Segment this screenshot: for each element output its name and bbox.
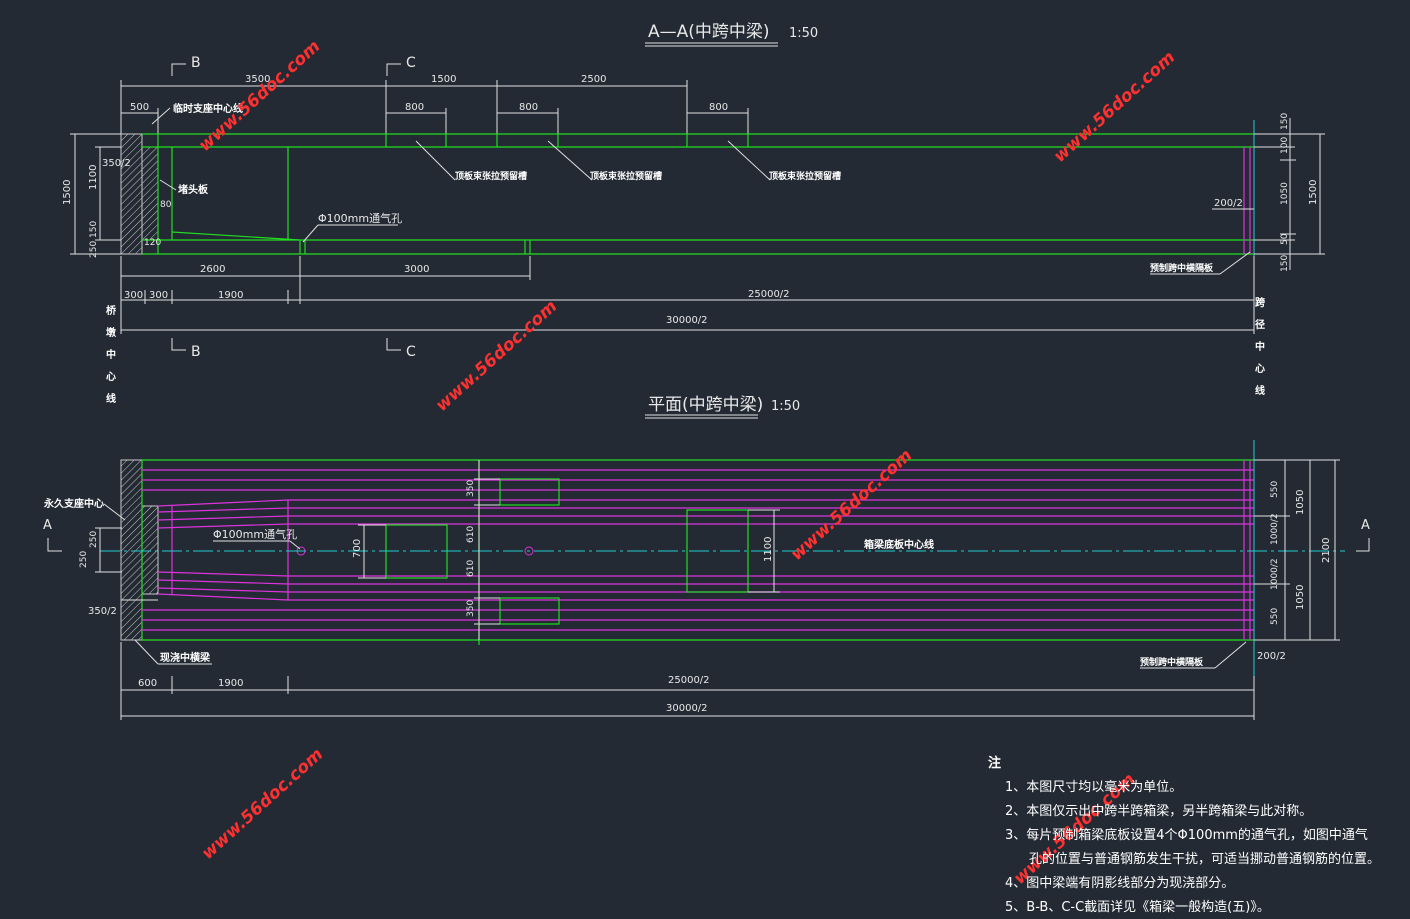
watermark-1: www.56doc.com xyxy=(195,36,324,155)
dim-left-250: 250 xyxy=(89,241,99,258)
dim-500: 500 xyxy=(130,102,149,113)
label-cast-beam: 现浇中横梁 xyxy=(160,651,211,664)
label-bottom-center: 箱梁底板中心线 xyxy=(864,538,934,551)
dim-right-150-a: 150 xyxy=(1280,113,1290,130)
dim-25000-2-section: 25000/2 xyxy=(748,289,790,300)
note-item-2: 2、本图仅示出中跨半跨箱梁，另半跨箱梁与此对称。 xyxy=(1005,804,1313,819)
dim-120: 120 xyxy=(144,238,161,248)
label-groove-3: 顶板束张拉预留槽 xyxy=(769,170,841,182)
dim-plan-1050-a: 1050 xyxy=(1295,490,1306,515)
dim-1900-section: 1900 xyxy=(218,290,243,301)
section-mark-b-top: B xyxy=(171,55,201,76)
dim-right-1500: 1500 xyxy=(1308,180,1319,205)
dim-2600: 2600 xyxy=(200,264,225,275)
dim-right-100: 100 xyxy=(1280,137,1290,154)
dim-800-b: 800 xyxy=(519,102,538,113)
dim-200-2-section: 200/2 xyxy=(1214,198,1243,209)
drawing-canvas: { "titles": { "section_title": "A—A(中跨中梁… xyxy=(0,0,1410,919)
dim-30000-2-section: 30000/2 xyxy=(666,315,708,326)
dim-plan-30000-2: 30000/2 xyxy=(666,703,708,714)
section-mark-c-bottom: C xyxy=(386,338,416,360)
section-title: A—A(中跨中梁) xyxy=(648,22,770,42)
note-item-3: 3、每片预制箱梁底板设置4个Φ100mm的通气孔，如图中通气 xyxy=(1005,828,1368,843)
label-pier-center: 桥墩中心线 xyxy=(104,304,116,415)
dim-200-2-plan: 200/2 xyxy=(1257,651,1286,662)
watermark-5: www.56doc.com xyxy=(198,744,327,863)
dim-plan-250-b: 250 xyxy=(79,551,89,568)
dim-left-150: 150 xyxy=(89,221,99,238)
note-item-1: 1、本图尺寸均以毫米为单位。 xyxy=(1005,780,1183,795)
plan-beam xyxy=(100,440,1345,690)
dim-300-b: 300 xyxy=(149,290,168,301)
section-mark-c-top: C xyxy=(386,55,416,76)
dim-350-bottom: 350 xyxy=(466,600,476,617)
label-vent-section: Φ100mm通气孔 xyxy=(318,211,402,225)
plan-scale: 1:50 xyxy=(771,399,800,414)
plan-mid-dims xyxy=(474,460,500,640)
dim-3000: 3000 xyxy=(404,264,429,275)
watermark-2: www.56doc.com xyxy=(1050,47,1179,166)
dim-plan-350-2: 350/2 xyxy=(88,606,117,617)
note-item-4: 4、图中梁端有阴影线部分为现浇部分。 xyxy=(1005,876,1235,891)
dim-610-b: 610 xyxy=(466,560,476,577)
dim-610-a: 610 xyxy=(466,526,476,543)
dim-plan-1900: 1900 xyxy=(218,678,243,689)
svg-text:A: A xyxy=(1361,518,1370,533)
dim-1500: 1500 xyxy=(431,74,456,85)
watermark-3: www.56doc.com xyxy=(432,296,561,415)
dim-plan-1000-2-b: 1000/2 xyxy=(1270,558,1280,590)
svg-text:B: B xyxy=(191,55,201,71)
dim-right-50: 50 xyxy=(1280,233,1290,245)
note-item-5: 5、B-B、C-C截面详见《箱梁一般构造(五)》。 xyxy=(1005,900,1270,915)
dim-plan-550-a: 550 xyxy=(1270,481,1280,498)
dim-plan-1000-2-a: 1000/2 xyxy=(1270,513,1280,545)
dim-80: 80 xyxy=(160,200,172,210)
dim-700: 700 xyxy=(352,539,363,558)
label-groove-2: 顶板束张拉预留槽 xyxy=(590,170,662,182)
label-diaphragm-plan: 预制跨中横隔板 xyxy=(1140,656,1204,668)
dim-2500: 2500 xyxy=(581,74,606,85)
dim-plan-250-a: 250 xyxy=(89,531,99,548)
label-diaphragm-section: 预制跨中横隔板 xyxy=(1150,262,1214,274)
notes-block: 注 1、本图尺寸均以毫米为单位。 2、本图仅示出中跨半跨箱梁，另半跨箱梁与此对称… xyxy=(985,752,1405,919)
dim-plan-550-b: 550 xyxy=(1270,608,1280,625)
label-groove-1: 顶板束张拉预留槽 xyxy=(455,170,527,182)
dim-plan-600: 600 xyxy=(138,678,157,689)
section-scale: 1:50 xyxy=(789,26,818,41)
dim-plan-2100: 2100 xyxy=(1321,538,1332,563)
dim-left-350-2: 350/2 xyxy=(102,158,131,169)
dim-plan-25000-2: 25000/2 xyxy=(668,675,710,686)
section-mark-a-right: A xyxy=(1356,518,1370,552)
dim-800-c: 800 xyxy=(709,102,728,113)
section-mark-a-left: A xyxy=(43,518,62,552)
dim-300-a: 300 xyxy=(124,290,143,301)
dim-800-a: 800 xyxy=(405,102,424,113)
label-perm-support: 永久支座中心 xyxy=(43,497,104,510)
svg-text:A: A xyxy=(43,518,52,533)
plan-title: 平面(中跨中梁) xyxy=(648,395,763,415)
notes-title: 注 xyxy=(988,756,1002,771)
dim-right-1050: 1050 xyxy=(1280,182,1290,205)
label-vent-plan: Φ100mm通气孔 xyxy=(213,527,297,541)
dim-plan-1050-b: 1050 xyxy=(1295,585,1306,610)
dim-left-1500: 1500 xyxy=(62,180,73,205)
svg-text:B: B xyxy=(191,344,201,360)
svg-text:C: C xyxy=(406,55,416,71)
label-span-center: 跨径中心线 xyxy=(1253,296,1265,407)
label-end-plate: 堵头板 xyxy=(178,183,209,196)
dim-1100: 1100 xyxy=(763,537,774,562)
note-item-3-cont: 孔的位置与普通钢筋发生干扰，可适当挪动普通钢筋的位置。 xyxy=(1029,852,1381,867)
dim-350-top: 350 xyxy=(466,480,476,497)
dim-left-1100: 1100 xyxy=(88,165,99,190)
svg-text:C: C xyxy=(406,344,416,360)
dim-right-150-b: 150 xyxy=(1280,255,1290,272)
section-mark-b-bottom: B xyxy=(171,338,201,360)
